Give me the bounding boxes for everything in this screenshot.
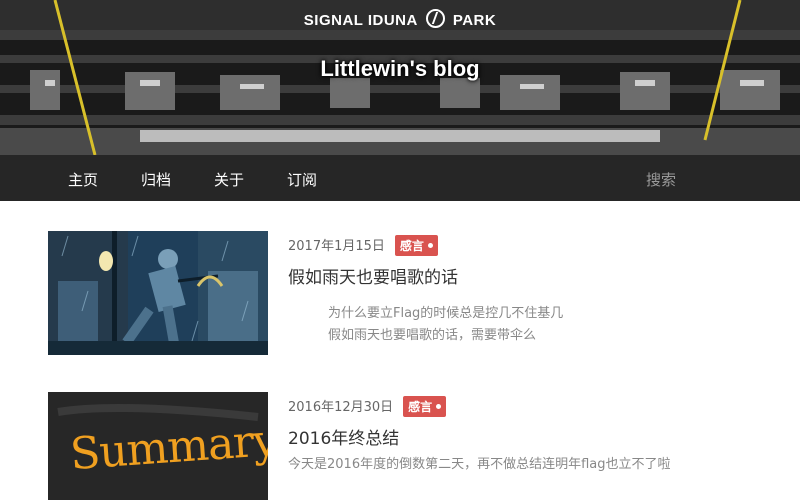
post-excerpt: 为什么要立Flag的时候总是控几不住基几 假如雨天也要唱歌的话，需要带伞么: [328, 303, 563, 347]
post-meta: 2017年1月15日 感言: [288, 235, 438, 256]
nav-item-archive[interactable]: 归档: [141, 169, 171, 190]
nav-item-subscribe[interactable]: 订阅: [287, 169, 317, 190]
category-tag[interactable]: 感言: [394, 235, 438, 256]
nav-item-home[interactable]: 主页: [68, 169, 98, 190]
post-excerpt: 今天是2016年度的倒数第二天，再不做总结连明年flag也立不了啦: [288, 454, 671, 476]
singing-in-the-rain-image: [48, 231, 268, 355]
post-thumbnail[interactable]: [48, 231, 268, 355]
brand-right-text: PARK: [452, 12, 497, 29]
brand-left-text: SIGNAL IDUNA: [303, 12, 418, 29]
category-tag-label: 感言: [408, 400, 433, 414]
main-nav: 主页 归档 关于 订阅 搜索: [0, 155, 800, 201]
category-tag-label: 感言: [399, 239, 424, 253]
tag-dot-icon: [436, 404, 442, 409]
post-date: 2016年12月30日: [288, 400, 394, 415]
stadium-logo-icon: [425, 9, 445, 28]
category-tag[interactable]: 感言: [403, 396, 447, 417]
tag-dot-icon: [427, 243, 433, 248]
post-meta: 2016年12月30日 感言: [288, 396, 447, 417]
excerpt-line: 今天是2016年度的倒数第二天，再不做总结连明年flag也立不了啦: [288, 457, 671, 472]
stadium-brand: SIGNAL IDUNA PARK: [0, 9, 800, 29]
header-banner: SIGNAL IDUNA PARK Littlewin's blog: [0, 0, 800, 155]
post-date: 2017年1月15日: [288, 239, 385, 254]
excerpt-line: 假如雨天也要唱歌的话，需要带伞么: [328, 328, 537, 343]
nav-item-about[interactable]: 关于: [214, 169, 244, 190]
search-button[interactable]: 搜索: [646, 169, 676, 190]
post-thumbnail[interactable]: Summary: [48, 392, 268, 500]
site-title[interactable]: Littlewin's blog: [0, 56, 800, 82]
post-title[interactable]: 2016年终总结: [288, 424, 399, 449]
post-title[interactable]: 假如雨天也要唱歌的话: [288, 263, 458, 288]
excerpt-line: 为什么要立Flag的时候总是控几不住基几: [328, 306, 564, 321]
